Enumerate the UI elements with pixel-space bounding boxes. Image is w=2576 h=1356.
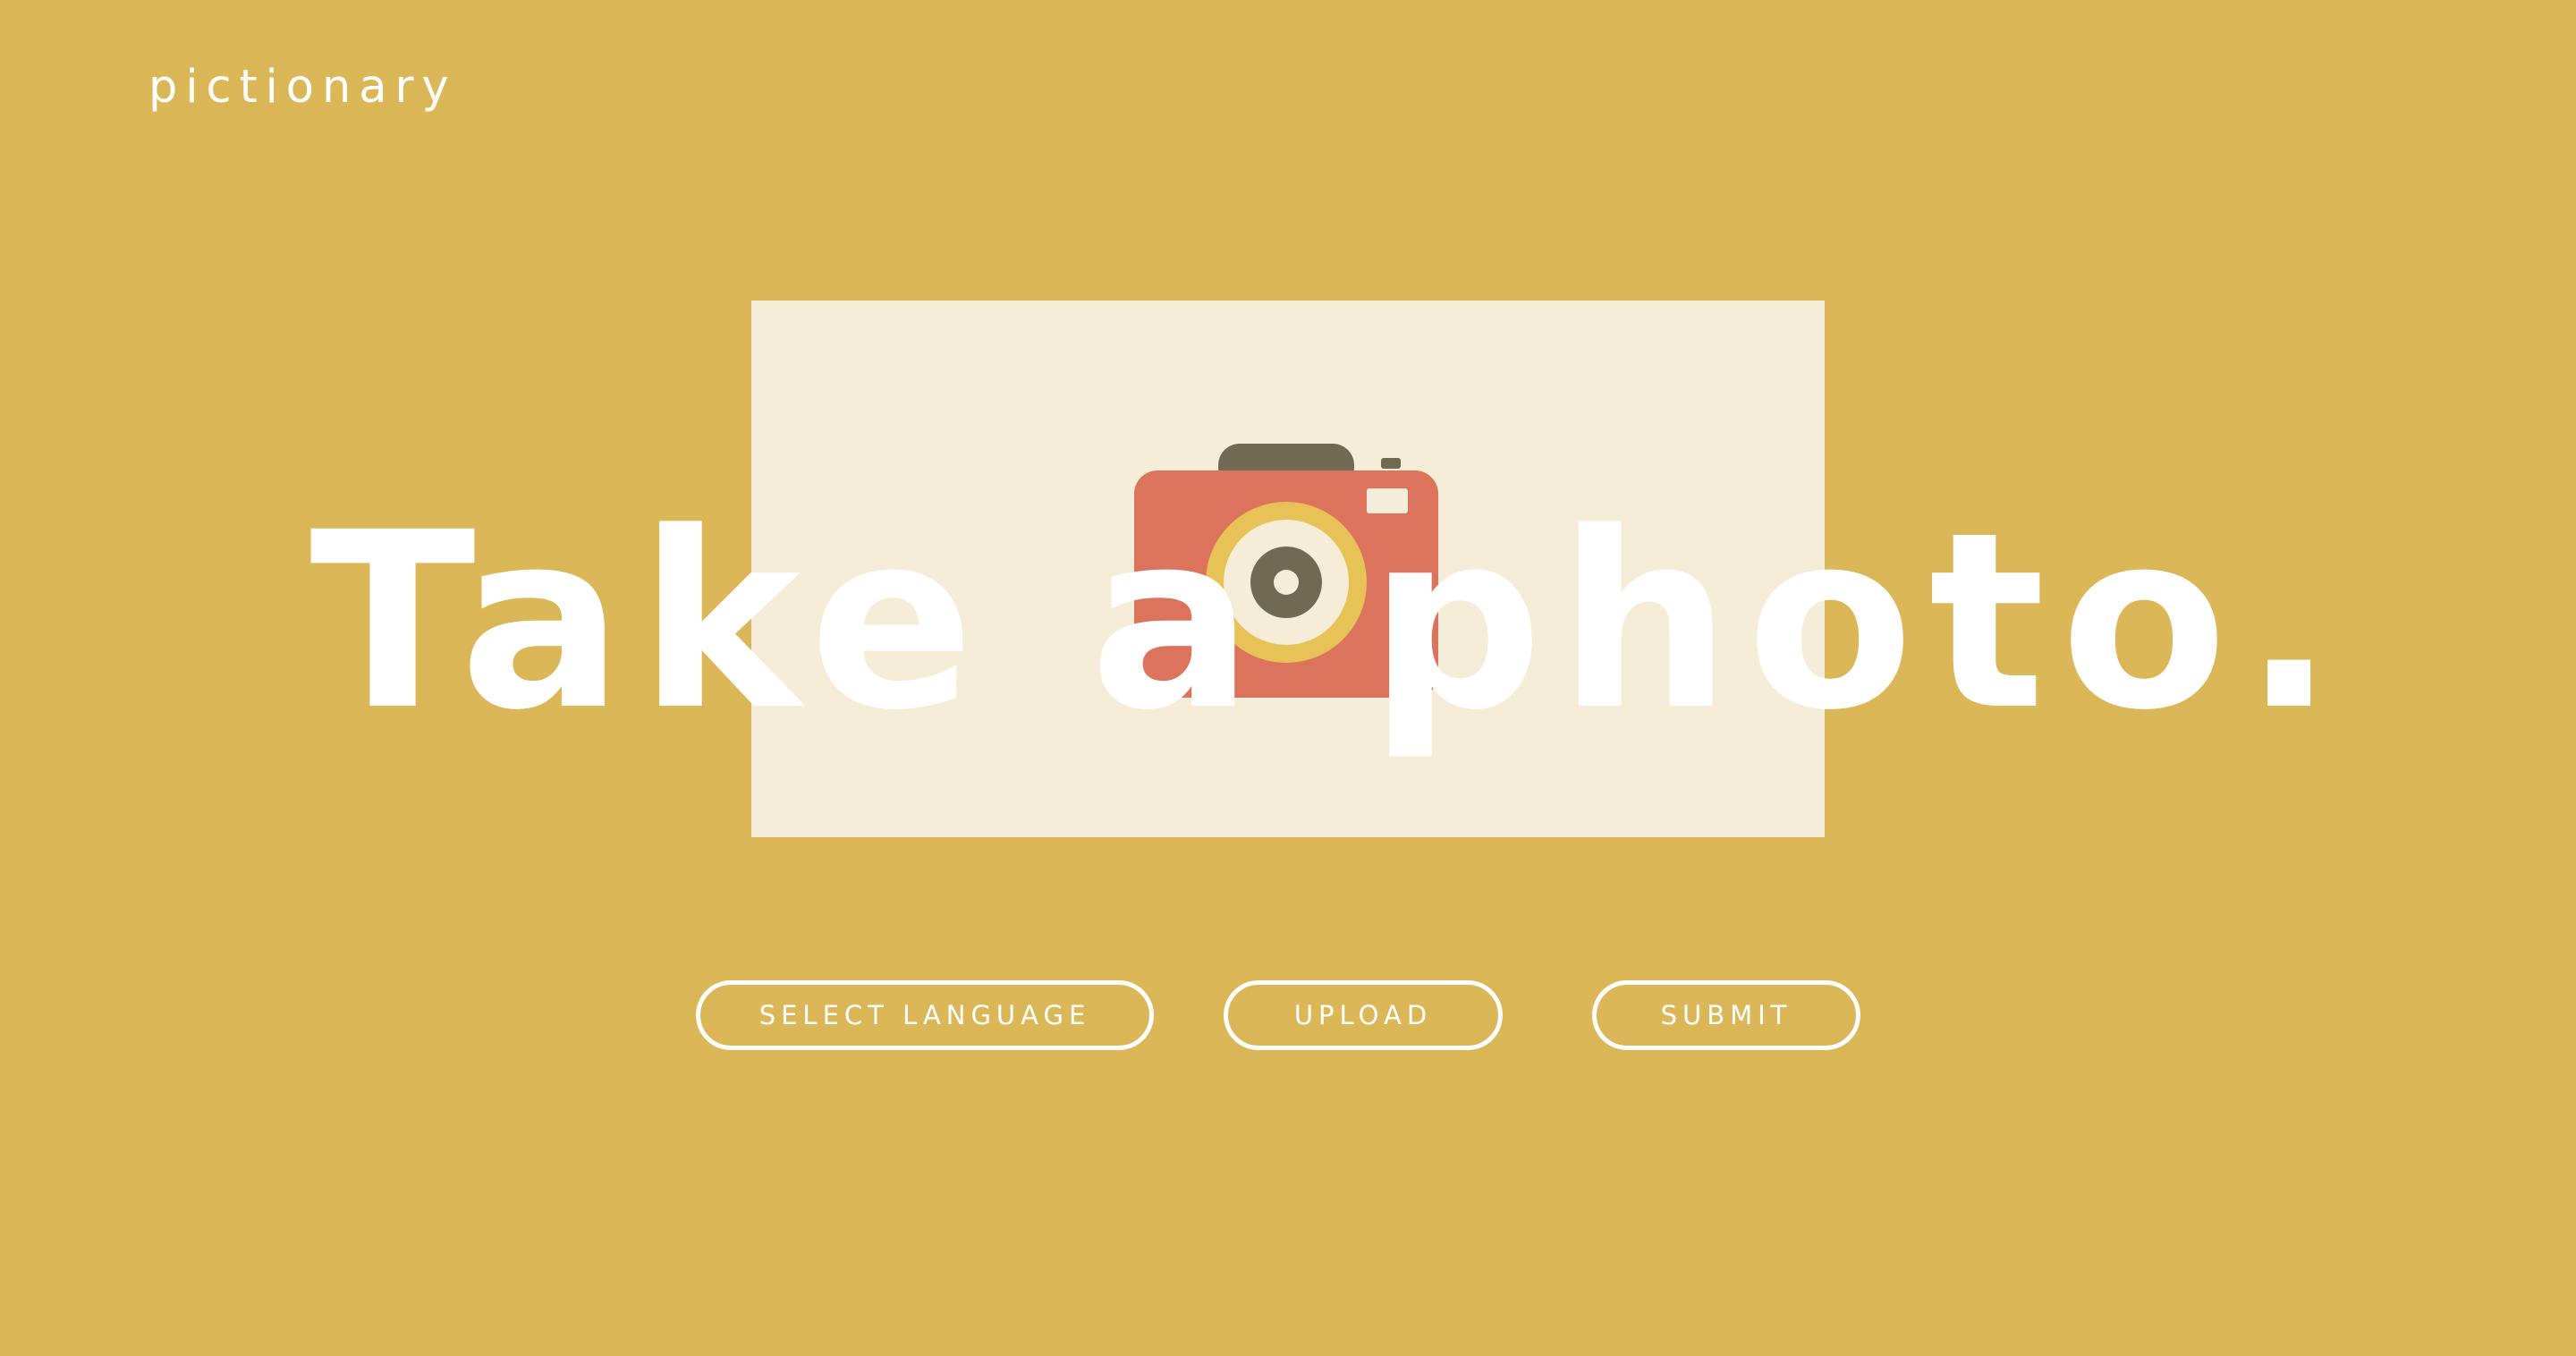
select-language-button[interactable]: SELECT LANGUAGE [696,980,1154,1050]
submit-button[interactable]: SUBMIT [1592,980,1860,1050]
headline: Take a photo. [309,481,2351,764]
logo[interactable]: pictionary [148,64,457,110]
upload-button[interactable]: UPLOAD [1224,980,1503,1050]
